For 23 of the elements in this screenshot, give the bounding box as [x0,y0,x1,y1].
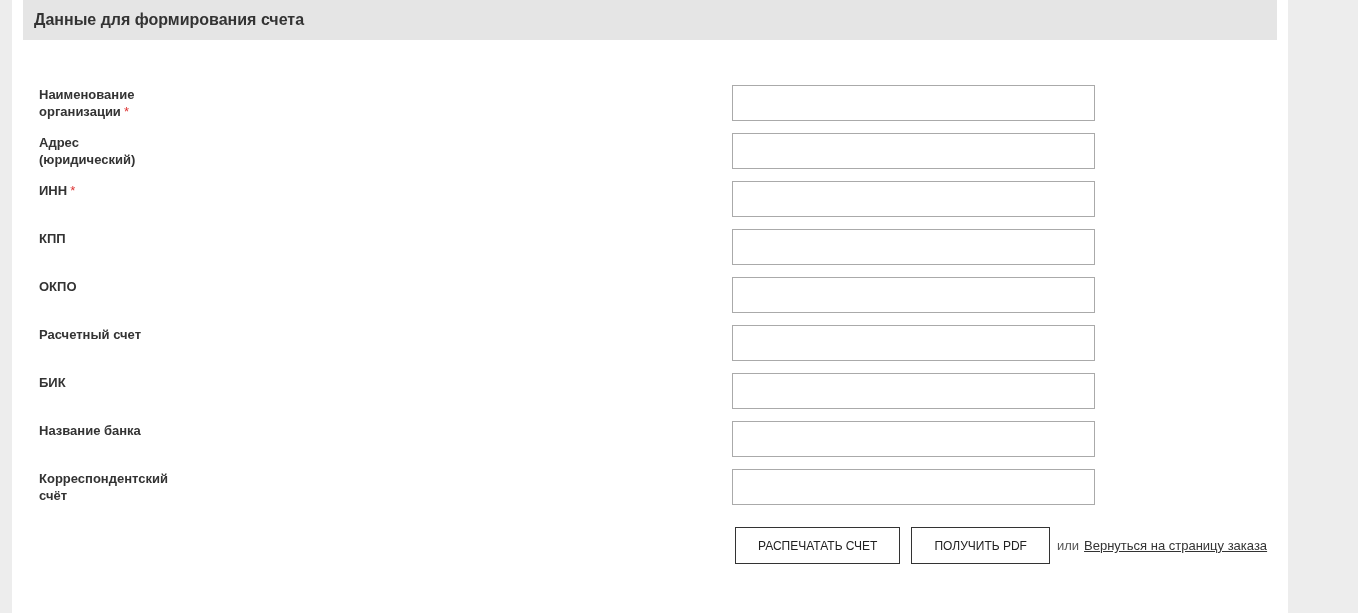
input-field[interactable] [732,181,1095,217]
field-label: Расчетный счет [39,326,142,343]
field-label: КПП [39,230,66,247]
field-label: БИК [39,374,66,391]
input-field[interactable] [732,133,1095,169]
input-field[interactable] [732,85,1095,121]
field-label: ИНН * [39,182,76,199]
input-field[interactable] [732,469,1095,505]
field-label: Корреспондентский счёт [39,470,169,504]
field-label: Наименование организации * [39,86,136,120]
input-field[interactable] [732,325,1095,361]
input-field[interactable] [732,229,1095,265]
separator-text: или [1056,538,1080,553]
input-field[interactable] [732,421,1095,457]
back-link[interactable]: Вернуться на страницу заказа [1084,538,1268,553]
input-field[interactable] [732,373,1095,409]
print-button[interactable]: РАСПЕЧАТАТЬ СЧЕТ [735,527,901,564]
input-field[interactable] [732,277,1095,313]
field-label: Название банка [39,422,141,439]
field-label: Адрес (юридический) [39,134,137,168]
pdf-button[interactable]: ПОЛУЧИТЬ PDF [911,527,1050,564]
section-title: Данные для формирования счета [34,11,305,29]
field-label: ОКПО [39,278,77,295]
